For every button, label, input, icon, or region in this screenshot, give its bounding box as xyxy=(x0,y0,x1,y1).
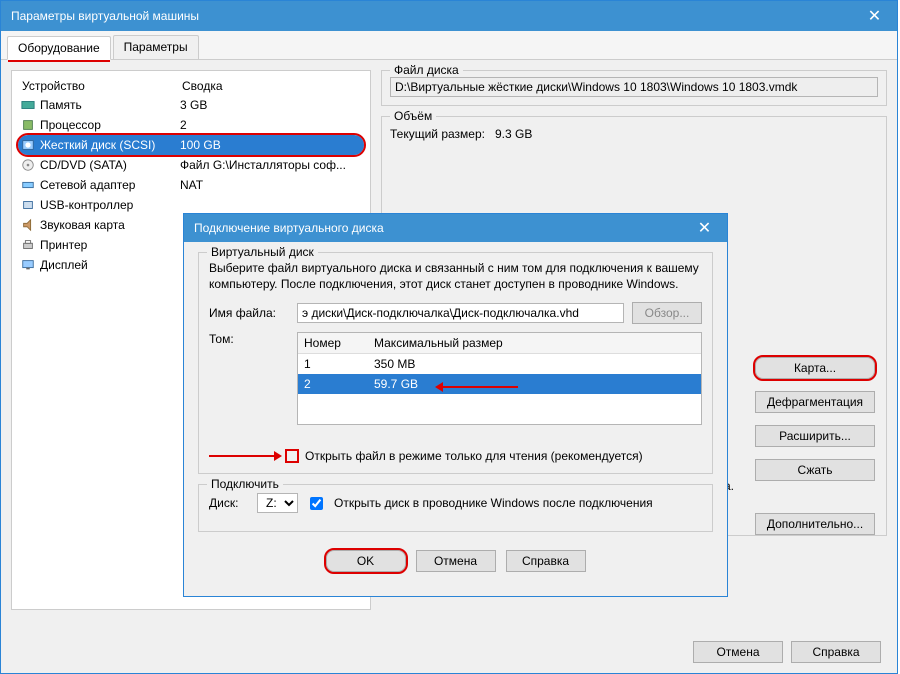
device-name: Процессор xyxy=(20,118,180,132)
disk-path-input[interactable] xyxy=(390,77,878,97)
readonly-label: Открыть файл в режиме только для чтения … xyxy=(305,449,643,463)
drive-select[interactable]: Z: xyxy=(257,493,298,513)
dialog-close-icon[interactable]: ✕ xyxy=(682,213,727,243)
header-summary: Сводка xyxy=(182,79,223,93)
device-name: Память xyxy=(20,98,180,112)
tom-label: Том: xyxy=(209,332,289,346)
device-row[interactable]: Процессор2 xyxy=(18,115,364,135)
advanced-button[interactable]: Дополнительно... xyxy=(755,513,875,535)
browse-button[interactable]: Обзор... xyxy=(632,302,702,324)
device-row[interactable]: Сетевой адаптерNAT xyxy=(18,175,364,195)
defrag-button[interactable]: Дефрагментация xyxy=(755,391,875,413)
connect-group: Подключить Диск: Z: Открыть диск в прово… xyxy=(198,484,713,532)
utilities-buttons: Карта... Дефрагментация Расширить... Сжа… xyxy=(755,357,875,535)
help-button[interactable]: Справка xyxy=(791,641,881,663)
td-number: 2 xyxy=(298,374,368,394)
map-button[interactable]: Карта... xyxy=(755,357,875,379)
th-maxsize: Максимальный размер xyxy=(368,333,701,353)
tabs: Оборудование Параметры xyxy=(1,31,897,60)
filename-label: Имя файла: xyxy=(209,306,289,320)
device-name: Жесткий диск (SCSI) xyxy=(20,138,180,152)
tab-options[interactable]: Параметры xyxy=(113,35,199,59)
compact-button[interactable]: Сжать xyxy=(755,459,875,481)
th-number: Номер xyxy=(298,333,368,353)
device-name: CD/DVD (SATA) xyxy=(20,158,180,172)
ok-button[interactable]: OK xyxy=(326,550,406,572)
volume-label: Объём xyxy=(390,109,436,123)
main-titlebar: Параметры виртуальной машины ✕ xyxy=(1,1,897,31)
mount-vdisk-dialog: Подключение виртуального диска ✕ Виртуал… xyxy=(183,213,728,597)
device-summary: 2 xyxy=(180,118,362,132)
device-row[interactable]: CD/DVD (SATA)Файл G:\Инсталляторы соф... xyxy=(18,155,364,175)
current-size-label: Текущий размер: xyxy=(390,127,485,141)
device-summary: NAT xyxy=(180,178,362,192)
open-explorer-label: Открыть диск в проводнике Windows после … xyxy=(334,496,653,510)
table-row[interactable]: 1350 MB xyxy=(298,354,701,374)
current-size-value: 9.3 GB xyxy=(495,127,532,141)
filename-input[interactable] xyxy=(297,303,624,323)
device-name: Сетевой адаптер xyxy=(20,178,180,192)
dialog-footer: OK Отмена Справка xyxy=(198,542,713,586)
device-row[interactable]: Память3 GB xyxy=(18,95,364,115)
virtual-disk-group: Виртуальный диск Выберите файл виртуальн… xyxy=(198,252,713,474)
expand-button[interactable]: Расширить... xyxy=(755,425,875,447)
header-device: Устройство xyxy=(22,79,182,93)
td-number: 1 xyxy=(298,354,368,374)
dialog-titlebar: Подключение виртуального диска ✕ xyxy=(184,214,727,242)
cancel-button[interactable]: Отмена xyxy=(693,641,783,663)
virtual-disk-title: Виртуальный диск xyxy=(207,245,318,259)
dialog-help-button[interactable]: Справка xyxy=(506,550,586,572)
close-icon[interactable]: ✕ xyxy=(852,1,897,31)
dialog-title: Подключение виртуального диска xyxy=(194,221,384,235)
dialog-description: Выберите файл виртуального диска и связа… xyxy=(209,261,702,292)
device-name: Звуковая карта xyxy=(20,218,180,232)
device-name: Дисплей xyxy=(20,258,180,272)
open-explorer-checkbox[interactable] xyxy=(310,497,323,510)
tab-hardware[interactable]: Оборудование xyxy=(7,36,111,60)
arrow-to-checkbox-icon xyxy=(209,455,279,457)
td-size: 350 MB xyxy=(368,354,701,374)
disk-label: Диск: xyxy=(209,496,249,510)
volume-table: Номер Максимальный размер 1350 MB259.7 G… xyxy=(297,332,702,425)
file-disk-group: Файл диска xyxy=(381,70,887,106)
device-name: USB-контроллер xyxy=(20,198,180,212)
table-row[interactable]: 259.7 GB xyxy=(298,374,701,394)
device-list-header: Устройство Сводка xyxy=(18,77,364,95)
file-disk-label: Файл диска xyxy=(390,63,463,77)
device-summary: Файл G:\Инсталляторы соф... xyxy=(180,158,362,172)
device-name: Принтер xyxy=(20,238,180,252)
device-summary: 3 GB xyxy=(180,98,362,112)
connect-title: Подключить xyxy=(207,477,283,491)
main-footer: Отмена Справка xyxy=(693,641,881,663)
readonly-checkbox[interactable] xyxy=(285,449,299,463)
device-summary: 100 GB xyxy=(180,138,362,152)
arrow-red-icon xyxy=(438,386,518,388)
device-row[interactable]: USB-контроллер xyxy=(18,195,364,215)
main-title: Параметры виртуальной машины xyxy=(11,9,199,23)
td-size: 59.7 GB xyxy=(368,374,701,394)
device-row[interactable]: Жесткий диск (SCSI)100 GB xyxy=(18,135,364,155)
dialog-cancel-button[interactable]: Отмена xyxy=(416,550,496,572)
